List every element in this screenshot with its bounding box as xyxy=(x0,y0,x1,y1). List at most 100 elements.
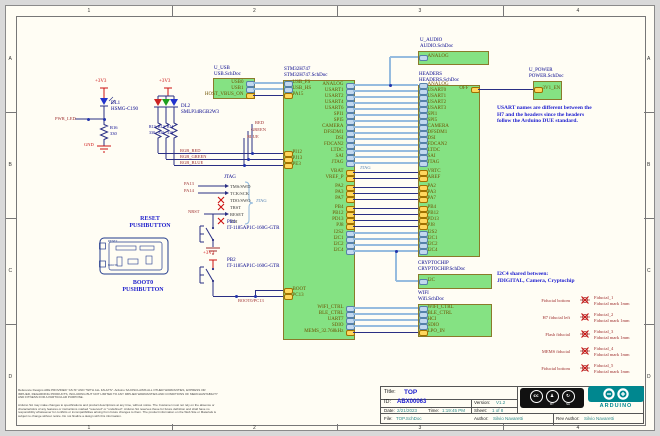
pin-label-3V1_EN: 3V1_EN xyxy=(543,86,561,91)
harness-pin-ANALOG xyxy=(419,55,428,61)
disclaimer-paragraph-1: Reference Designs ARE PROVIDED "AS IS" A… xyxy=(18,389,218,400)
wire xyxy=(353,114,418,116)
pin-label-I2C4: I2C4 xyxy=(334,248,344,253)
wire xyxy=(353,156,418,158)
pin-label-I2C1: I2C1 xyxy=(428,236,438,241)
author-label: Author: xyxy=(474,416,489,421)
version-value: V1.2 xyxy=(496,400,505,405)
pin-label-JTAG: JTAG xyxy=(332,160,344,165)
zone-tick xyxy=(172,424,173,430)
fiducial-desc: Fiducial mark 1mm xyxy=(594,318,630,323)
pin-label-PA7: PA7 xyxy=(335,196,343,201)
pin-label-DFSDM1: DFSDM1 xyxy=(324,130,344,135)
pin-label-PI12: PI12 xyxy=(293,150,302,155)
pin-label-SAI: SAI xyxy=(335,154,343,159)
wire xyxy=(396,280,418,282)
pin-label-SDIO: SDIO xyxy=(428,323,440,328)
zone-row-D: D xyxy=(647,374,651,380)
zone-tick xyxy=(172,6,173,16)
fiducial-name: Fiducial_1 xyxy=(594,295,613,300)
fiducial-name: Fiducial_2 xyxy=(594,312,613,317)
boot-caption: BOOT0PUSHBUTTON xyxy=(103,280,183,293)
mcu-sheet-symbol[interactable] xyxy=(283,80,355,340)
pin-label-SPI1: SPI1 xyxy=(334,112,344,117)
usb-designator: U_USBUSB.SchDoc xyxy=(214,66,241,78)
pb2-label: PB2IT-1185AP1C-160G-GTR xyxy=(227,258,279,270)
zone-row-A: A xyxy=(9,56,12,62)
id-value: ABX00063 xyxy=(397,399,426,406)
pin-label-I2S2: I2S2 xyxy=(428,230,437,235)
wire xyxy=(353,138,418,140)
rev-author-label: Rev Author: xyxy=(556,416,580,421)
pin-label-ANALOG: ANALOG xyxy=(322,82,343,87)
jtag-signal-tck: TCK/SCK xyxy=(230,191,249,196)
r12-ref: R12 xyxy=(158,124,165,129)
pin-label-PA3: PA3 xyxy=(428,190,436,195)
r12-value: 330 xyxy=(158,130,164,135)
zone-column-3: 3 xyxy=(419,8,422,14)
junction-dot xyxy=(243,164,246,167)
fiducial-desc: Fiducial mark 1mm xyxy=(594,369,630,374)
fiducial-name: Fiducial_4 xyxy=(594,346,613,351)
wire xyxy=(253,88,283,90)
pin-label-OFF: OFF xyxy=(459,86,468,91)
zone-tick xyxy=(6,218,16,219)
reset-caption: RESETPUSHBUTTON xyxy=(110,216,190,229)
pin-label-USART2: USART2 xyxy=(325,94,344,99)
r13-ref: R13 xyxy=(149,124,156,129)
harness-pin-I2C xyxy=(419,279,428,285)
io-pin-PA7 xyxy=(419,197,428,203)
wire xyxy=(253,95,283,96)
zone-tick xyxy=(644,218,654,219)
pin-label-BLE_CTRL: BLE_CTRL xyxy=(428,311,453,316)
fiducial-location: Flash fiducial xyxy=(545,332,570,337)
pin-label-VREF_P: VREF_P xyxy=(325,175,343,180)
net-pa13: PA13 xyxy=(184,181,194,186)
jtag-signal-trst: TRST xyxy=(230,205,241,210)
pin-label-I2C1: I2C1 xyxy=(334,236,344,241)
wire xyxy=(353,208,418,209)
jtag-signal-reset: RESET xyxy=(230,212,244,217)
wire xyxy=(353,144,418,146)
junction-dot xyxy=(251,152,254,155)
zone-tick xyxy=(503,424,504,430)
zone-tick xyxy=(6,112,16,113)
pin-label-WIFI_CTRL: WIFI_CTRL xyxy=(428,305,454,310)
wire xyxy=(353,319,418,321)
fiducial-location: H7 fiducial left xyxy=(543,315,571,320)
wire xyxy=(213,296,283,297)
zone-tick xyxy=(337,424,338,430)
zone-tick xyxy=(337,6,338,16)
pin-label-I2C4: I2C4 xyxy=(428,248,438,253)
pin-label-AREF: AREF xyxy=(428,175,441,180)
junction-dot xyxy=(389,84,392,87)
wire xyxy=(353,313,418,315)
wire xyxy=(353,150,418,152)
id-label: ID: xyxy=(384,400,391,405)
junction-dot xyxy=(254,295,257,298)
pin-label-PC13: PC13 xyxy=(293,293,304,298)
pin-label-PD13: PD13 xyxy=(428,217,439,222)
wire xyxy=(353,250,418,252)
pin-label-PA3: PA3 xyxy=(335,190,343,195)
pin-label-I2C2: I2C2 xyxy=(334,242,344,247)
pin-label-I2C: I2C xyxy=(428,278,436,283)
wire-v xyxy=(395,251,397,281)
pin-label-USART1: USART1 xyxy=(325,88,344,93)
file-value: TOP.SchDoc xyxy=(396,416,422,421)
audio-designator: U_AUDIOAUDIO.SchDoc xyxy=(420,38,453,50)
r11-value: 330 xyxy=(167,130,173,135)
wire xyxy=(253,82,283,84)
zone-column-2: 2 xyxy=(253,425,256,431)
io-pin-PE3 xyxy=(284,163,293,169)
pin-label-PB12: PB12 xyxy=(332,211,343,216)
io-pin-PJ8 xyxy=(419,224,428,230)
version-label: Version: xyxy=(474,400,490,405)
dl2-label: DL2SMLP34RGB2W3 xyxy=(181,104,219,116)
pin-label-VRTC: VRTC xyxy=(428,169,441,174)
dl1-label: DL1HSMG-C190 xyxy=(111,101,138,113)
zone-column-2: 2 xyxy=(253,8,256,14)
net-green: GREEN xyxy=(251,127,266,132)
usart-note: USART names are different between the H7… xyxy=(497,105,592,125)
wire xyxy=(353,214,418,215)
